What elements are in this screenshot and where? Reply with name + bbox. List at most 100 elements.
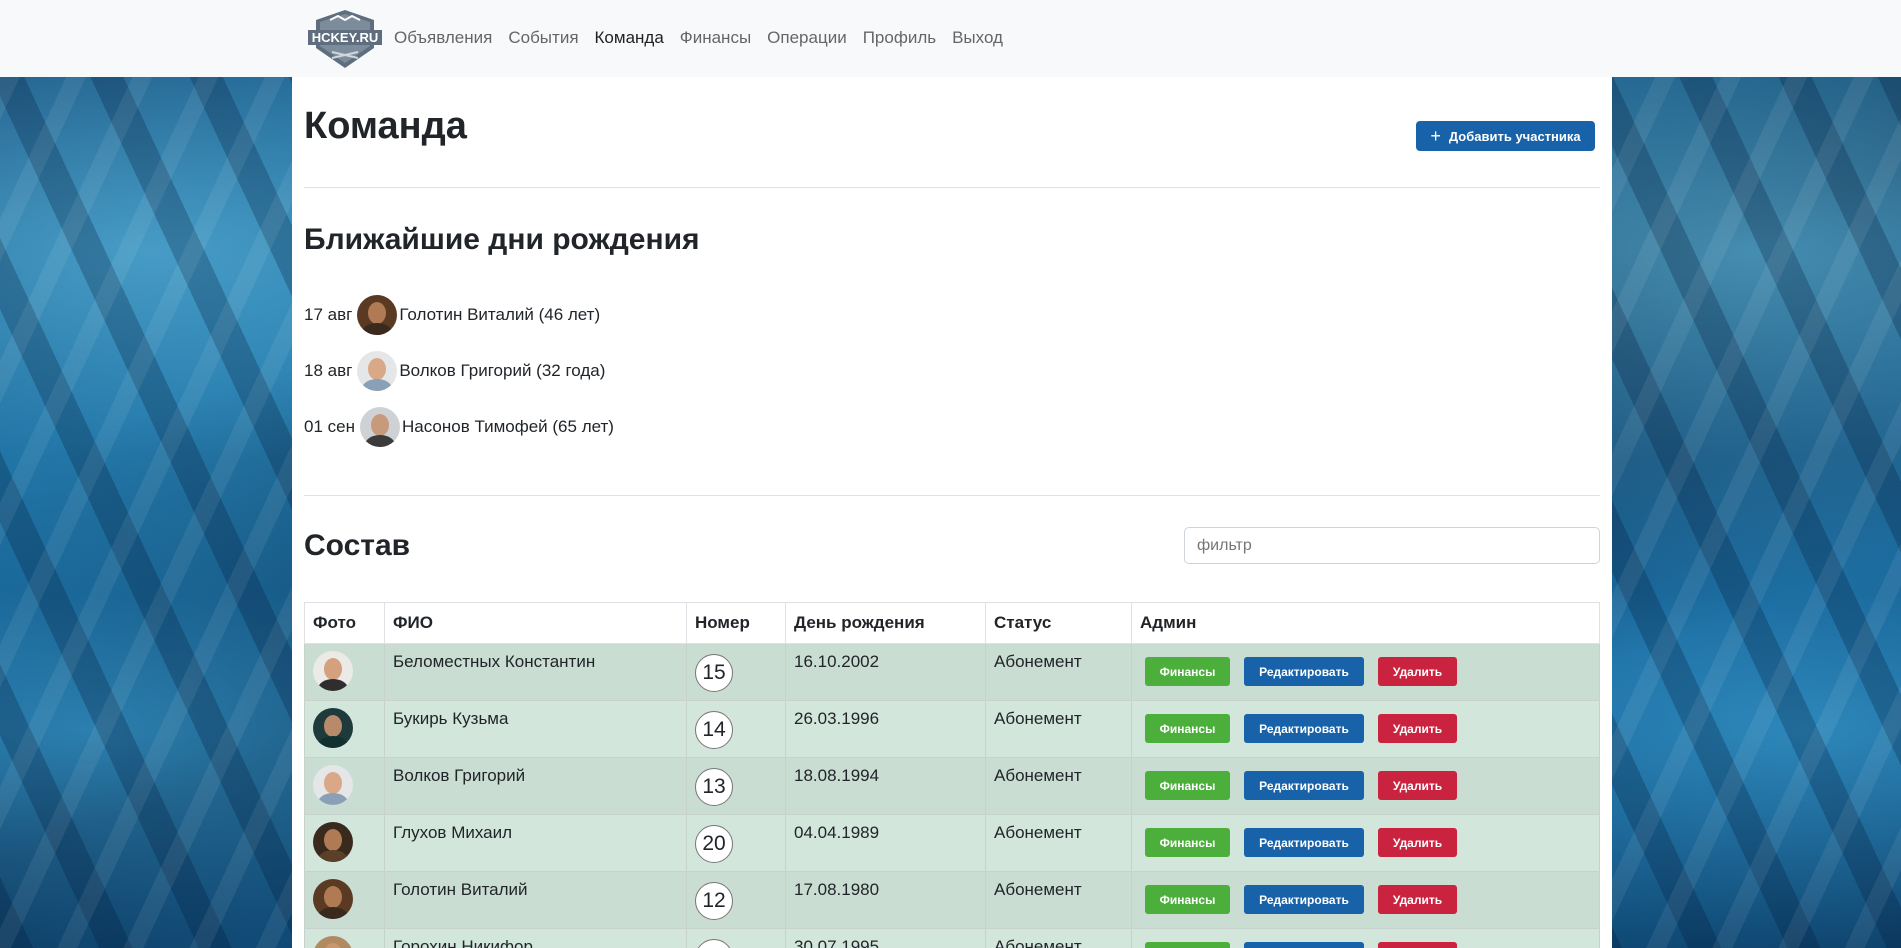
edit-button[interactable]: Редактировать [1244,828,1364,857]
filter-input[interactable] [1184,527,1600,564]
admin-cell: Финансы Редактировать Удалить [1131,871,1600,929]
player-number: 14 [695,711,733,749]
player-number: 20 [695,825,733,863]
finance-button[interactable]: Финансы [1145,714,1230,743]
table-header-row: Фото ФИО Номер День рождения Статус Адми… [304,602,1600,644]
column-header-admin: Админ [1131,602,1600,644]
edit-button[interactable]: Редактировать [1244,714,1364,743]
player-name[interactable]: Горохин Никифор [384,928,687,948]
table-row: Беломестных Константин 15 16.10.2002 Або… [304,643,1600,701]
number-cell [686,928,786,948]
delete-button[interactable]: Удалить [1378,771,1457,800]
edit-button[interactable]: Редактировать [1244,657,1364,686]
column-header-birthday: День рождения [785,602,986,644]
player-birthday: 26.03.1996 [785,700,986,758]
delete-button[interactable]: Удалить [1378,828,1457,857]
add-member-button[interactable]: + Добавить участника [1416,121,1595,151]
divider [304,187,1600,188]
finance-button[interactable]: Финансы [1145,771,1230,800]
birthday-name[interactable]: Насонов Тимофей (65 лет) [402,417,614,437]
birthday-name[interactable]: Голотин Виталий (46 лет) [399,305,600,325]
admin-cell: Финансы Редактировать Удалить [1131,700,1600,758]
player-status: Абонемент [985,643,1132,701]
site-logo[interactable]: HCKEY.RU [306,8,384,70]
birthday-item: 17 авг Голотин Виталий (46 лет) [304,295,600,335]
nav-item-team[interactable]: Команда [595,28,664,48]
finance-button[interactable]: Финансы [1145,885,1230,914]
delete-button[interactable]: Удалить [1378,657,1457,686]
nav-item-events[interactable]: События [508,28,578,48]
finance-button[interactable]: Финансы [1145,942,1230,948]
edit-button[interactable]: Редактировать [1244,942,1364,948]
avatar[interactable] [313,822,353,862]
finance-button[interactable]: Финансы [1145,657,1230,686]
admin-cell: Финансы Редактировать Удалить [1131,643,1600,701]
add-member-label: Добавить участника [1448,128,1581,144]
avatar[interactable] [313,936,353,948]
birthday-item: 18 авг Волков Григорий (32 года) [304,351,605,391]
birthday-date: 01 сен [304,417,355,436]
number-cell: 12 [686,871,786,929]
top-navbar: HCKEY.RU Объявления События Команда Фина… [0,0,1901,77]
table-row: Букирь Кузьма 14 26.03.1996 Абонемент Фи… [304,700,1600,758]
player-birthday: 17.08.1980 [785,871,986,929]
main-content: Команда + Добавить участника Ближайшие д… [292,77,1612,948]
birthday-name[interactable]: Волков Григорий (32 года) [399,361,605,381]
number-cell: 14 [686,700,786,758]
photo-cell [304,643,385,701]
photo-cell [304,871,385,929]
player-status: Абонемент [985,871,1132,929]
player-status: Абонемент [985,700,1132,758]
plus-icon: + [1430,126,1441,146]
table-row: Горохин Никифор 30.07.1995 Абонемент Фин… [304,928,1600,948]
birthday-date: 17 авг [304,305,353,324]
avatar[interactable] [359,407,400,447]
player-name[interactable]: Голотин Виталий [384,871,687,929]
player-name[interactable]: Букирь Кузьма [384,700,687,758]
photo-cell [304,700,385,758]
nav-menu: Объявления События Команда Финансы Опера… [394,28,1019,48]
roster-table: Фото ФИО Номер День рождения Статус Адми… [304,602,1600,948]
player-name[interactable]: Глухов Михаил [384,814,687,872]
edit-button[interactable]: Редактировать [1244,885,1364,914]
player-name[interactable]: Беломестных Константин [384,643,687,701]
photo-cell [304,757,385,815]
birthday-item: 01 сен Насонов Тимофей (65 лет) [304,407,614,447]
photo-cell [304,928,385,948]
photo-cell [304,814,385,872]
player-birthday: 16.10.2002 [785,643,986,701]
player-status: Абонемент [985,757,1132,815]
nav-item-operations[interactable]: Операции [767,28,847,48]
column-header-status: Статус [985,602,1132,644]
nav-item-profile[interactable]: Профиль [863,28,936,48]
svg-text:HCKEY.RU: HCKEY.RU [312,30,378,45]
birthday-date: 18 авг [304,361,353,380]
player-birthday: 18.08.1994 [785,757,986,815]
avatar[interactable] [357,351,398,391]
delete-button[interactable]: Удалить [1378,885,1457,914]
nav-item-announcements[interactable]: Объявления [394,28,492,48]
avatar[interactable] [357,295,398,335]
avatar[interactable] [313,765,353,805]
nav-item-logout[interactable]: Выход [952,28,1003,48]
avatar[interactable] [313,879,353,919]
avatar[interactable] [313,651,353,691]
finance-button[interactable]: Финансы [1145,828,1230,857]
number-cell: 20 [686,814,786,872]
table-row: Глухов Михаил 20 04.04.1989 Абонемент Фи… [304,814,1600,872]
player-number: 13 [695,768,733,806]
divider [304,495,1600,496]
delete-button[interactable]: Удалить [1378,714,1457,743]
admin-cell: Финансы Редактировать Удалить [1131,814,1600,872]
number-cell: 13 [686,757,786,815]
player-birthday: 30.07.1995 [785,928,986,948]
player-number: 12 [695,882,733,920]
table-row: Голотин Виталий 12 17.08.1980 Абонемент … [304,871,1600,929]
number-cell: 15 [686,643,786,701]
avatar[interactable] [313,708,353,748]
nav-item-finance[interactable]: Финансы [680,28,751,48]
edit-button[interactable]: Редактировать [1244,771,1364,800]
player-name[interactable]: Волков Григорий [384,757,687,815]
delete-button[interactable]: Удалить [1378,942,1457,948]
table-row: Волков Григорий 13 18.08.1994 Абонемент … [304,757,1600,815]
